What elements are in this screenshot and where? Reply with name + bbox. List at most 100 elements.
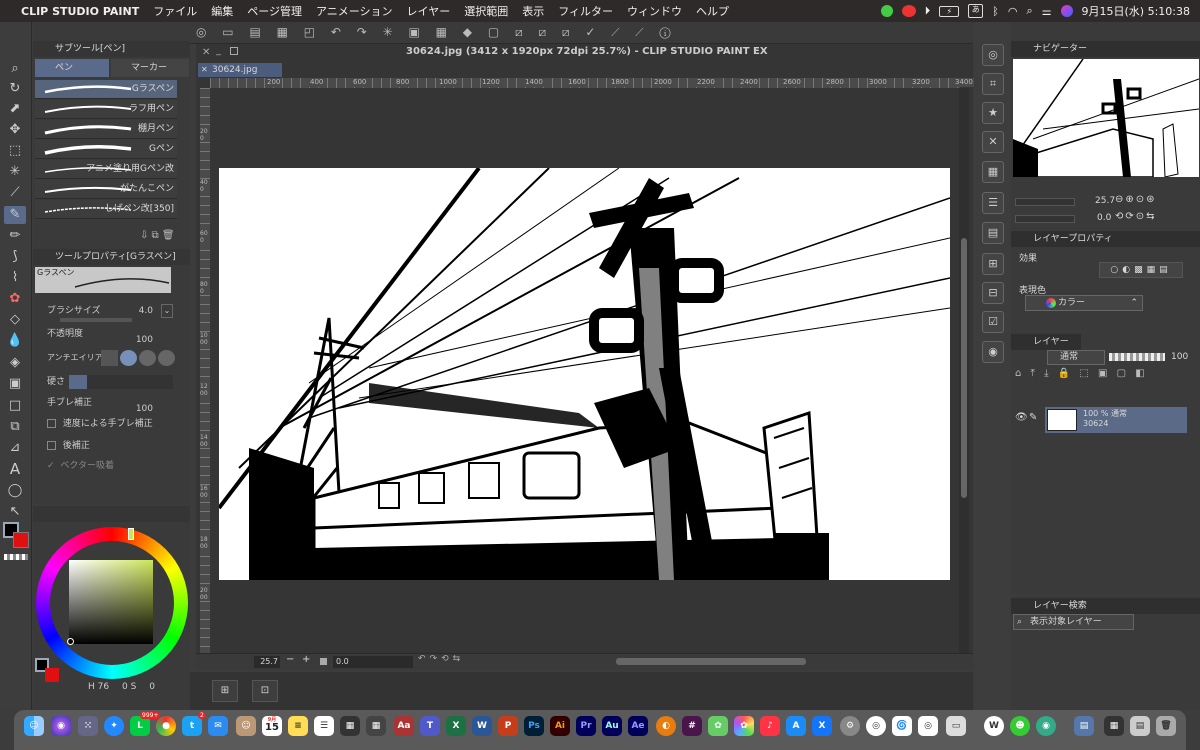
rotate-tool-icon[interactable]: ↻ [4, 80, 26, 98]
navigator-icon[interactable]: ◎ [982, 44, 1004, 66]
antialias-options[interactable] [101, 350, 175, 366]
blend-mode-select[interactable]: 通常 [1047, 350, 1105, 365]
airbrush-tool-icon[interactable]: ⌇ [4, 269, 26, 287]
navigator-rotation-slider[interactable] [1015, 215, 1075, 223]
post-correction-checkbox[interactable] [47, 441, 56, 450]
notes-icon[interactable]: ≡ [288, 716, 308, 736]
illustrator-icon[interactable]: Ai [550, 716, 570, 736]
operation-tool-icon[interactable]: ⬈ [4, 100, 26, 118]
teams-icon[interactable]: T [420, 716, 440, 736]
app-menu[interactable]: CLIP STUDIO PAINT [14, 5, 146, 18]
eyedropper-tool-icon[interactable]: ⟋ [4, 184, 26, 202]
speed-stab-row[interactable]: 速度による手ブレ補正 [35, 415, 177, 433]
speed-stab-checkbox[interactable] [47, 419, 56, 428]
premiere-icon[interactable]: Pr [576, 716, 596, 736]
menu-page[interactable]: ページ管理 [240, 3, 309, 19]
pencil-tool-icon[interactable]: ✏ [4, 227, 26, 245]
search-icon[interactable]: ⌕ [1026, 4, 1032, 18]
brush-item[interactable]: 棚月ペン [35, 120, 177, 139]
navigator-zoom-controls-icon[interactable]: ⊖⊕⊙⊛ [1115, 194, 1157, 205]
mail-icon[interactable]: ✉ [208, 716, 228, 736]
subtool-tab-pen[interactable]: ペン [35, 59, 109, 77]
appstore-icon[interactable]: A [786, 716, 806, 736]
app-icon[interactable]: ✿ [708, 716, 728, 736]
hardness-steps[interactable] [69, 375, 173, 389]
siri-icon[interactable]: ◉ [51, 716, 71, 736]
brush-item[interactable]: しげペン改[350] [35, 200, 177, 219]
color-wheel[interactable] [36, 527, 188, 679]
favorites-icon[interactable]: ★ [982, 102, 1004, 124]
preview-icon[interactable]: ▭ [946, 716, 966, 736]
menu-animation[interactable]: アニメーション [309, 3, 400, 19]
word-icon[interactable]: W [472, 716, 492, 736]
aftereffects-icon[interactable]: Ae [628, 716, 648, 736]
camera-status-icon[interactable] [901, 5, 916, 17]
vector-snap-check-icon[interactable]: ✓ [47, 461, 55, 471]
clipstudio-paint-icon[interactable]: 🌀 [892, 716, 912, 736]
layer-row[interactable]: 100 % 通常 30624 [1045, 407, 1187, 433]
play-icon[interactable]: ⏵ [925, 4, 931, 18]
antialias-strong-icon[interactable] [158, 350, 175, 366]
brush-tool-icon[interactable]: ⟆ [4, 248, 26, 266]
menu-view[interactable]: 表示 [515, 3, 551, 19]
control-center-icon[interactable]: ⚌ [1042, 5, 1052, 18]
chrome-icon[interactable]: ● [156, 716, 176, 736]
auto-action-icon[interactable]: ⊟ [982, 282, 1004, 304]
audition-icon[interactable]: Au [602, 716, 622, 736]
vertical-scroll-thumb[interactable] [961, 238, 967, 498]
bluetooth-icon[interactable]: ᛒ [992, 5, 999, 18]
blend-tool-icon[interactable]: 💧 [4, 332, 26, 350]
hue-handle[interactable] [128, 528, 134, 540]
wifi-icon[interactable]: ◠ [1008, 5, 1018, 18]
input-method-icon[interactable]: あ [968, 4, 984, 18]
layer-opacity-value[interactable]: 100 [1171, 352, 1188, 362]
navigator-preview[interactable] [1013, 59, 1199, 177]
color-picker-handle[interactable] [67, 638, 74, 645]
photoshop-icon[interactable]: Ps [524, 716, 544, 736]
photos-icon[interactable]: ✿ [734, 716, 754, 736]
selection-tool-icon[interactable]: ⬚ [4, 142, 26, 160]
brush-size-slider[interactable] [60, 318, 132, 322]
folder-icon[interactable]: ▤ [1074, 716, 1094, 736]
excel-icon[interactable]: X [446, 716, 466, 736]
calc-2-icon[interactable]: ▦ [366, 716, 386, 736]
calendar-icon[interactable]: 9月 15 [262, 716, 282, 736]
decoration-tool-icon[interactable]: ✿ [4, 290, 26, 308]
correct-line-tool-icon[interactable]: ↖ [4, 503, 26, 521]
line-status-icon[interactable] [880, 5, 893, 17]
dictionary-icon[interactable]: Aa [394, 716, 414, 736]
figure-tool-icon[interactable]: □ [4, 397, 26, 415]
contacts-icon[interactable]: ☺ [236, 716, 256, 736]
animation-cels-icon[interactable]: ⊞ [982, 253, 1004, 275]
window-max-icon[interactable] [230, 47, 238, 55]
magnifier-tool-icon[interactable]: ⌕ [4, 60, 26, 78]
tab-close-icon[interactable]: ✕ [201, 63, 208, 77]
launchpad-icon[interactable]: ⁙ [78, 716, 98, 736]
camera-icon[interactable]: ⊡ [252, 680, 278, 702]
frame-tool-icon[interactable]: ⧉ [4, 418, 26, 436]
xcode-icon[interactable]: X [812, 716, 832, 736]
brush-item[interactable]: Gラスペン [35, 80, 177, 99]
layer-opacity-slider[interactable] [1109, 353, 1165, 361]
zoom-out-icon[interactable]: − [286, 654, 294, 665]
menu-filter[interactable]: フィルター [551, 3, 620, 19]
check-icon[interactable]: ☑ [982, 311, 1004, 333]
timeline-icon[interactable]: ⊞ [212, 680, 238, 702]
antialias-none-icon[interactable] [101, 350, 118, 366]
item-bank-icon[interactable]: ▤ [982, 222, 1004, 244]
safari-icon[interactable]: ✦ [104, 716, 124, 736]
twitter-icon[interactable]: t [182, 716, 202, 736]
horizontal-scroll-thumb[interactable] [616, 658, 806, 665]
opacity-value[interactable]: 100 [136, 331, 153, 349]
navigator-rotation-controls-icon[interactable]: ⟲⟳⊙⇆ [1115, 211, 1157, 222]
canvas-image[interactable] [219, 168, 950, 580]
settings-icon[interactable]: ⚙ [840, 716, 860, 736]
menu-help[interactable]: ヘルプ [689, 3, 736, 19]
auto-select-tool-icon[interactable]: ✳ [4, 163, 26, 181]
clipstudio-modeler-icon[interactable]: ◎ [918, 716, 938, 736]
trash-icon[interactable]: 🗑 [1156, 716, 1176, 736]
brush-item[interactable]: アニメ塗り用Gペン改 [35, 160, 177, 179]
fit-icon[interactable] [320, 658, 327, 665]
battery-icon[interactable]: ⚡ [939, 5, 960, 17]
color-sub-swatch[interactable] [45, 668, 59, 682]
